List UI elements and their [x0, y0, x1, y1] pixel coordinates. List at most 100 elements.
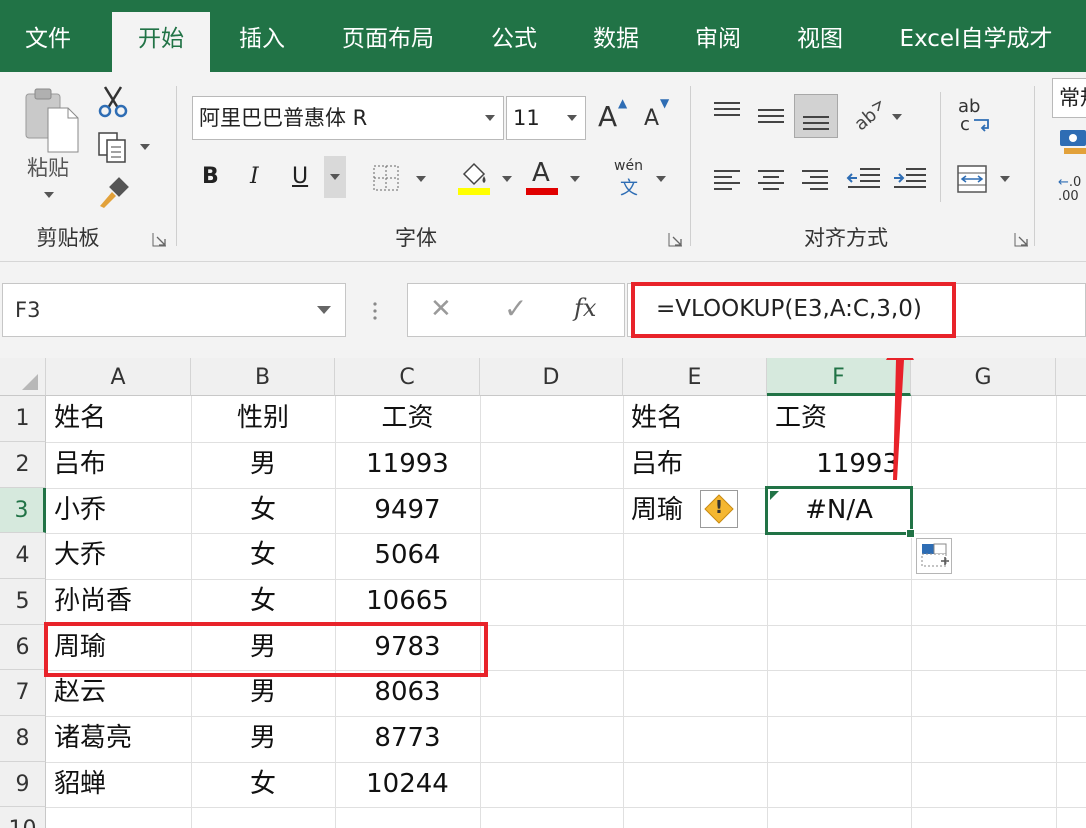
font-name-select[interactable]: 阿里巴巴普惠体 R	[192, 96, 504, 140]
cell-a1[interactable]: 姓名	[46, 396, 191, 441]
cell-b9[interactable]: 女	[191, 762, 335, 807]
column-header-c[interactable]: C	[335, 358, 480, 396]
cut-icon[interactable]	[96, 84, 130, 118]
row-header-9[interactable]: 9	[0, 762, 46, 807]
row-header-2[interactable]: 2	[0, 442, 46, 488]
wrap-text-icon[interactable]: ab c	[958, 96, 992, 136]
fill-color-icon[interactable]	[456, 158, 492, 196]
cell-c1[interactable]: 工资	[335, 396, 480, 441]
row-header-6[interactable]: 6	[0, 625, 46, 670]
cell-a9[interactable]: 貂蝉	[46, 762, 191, 807]
row-header-8[interactable]: 8	[0, 716, 46, 762]
number-format-select[interactable]: 常规	[1052, 78, 1086, 118]
fill-handle[interactable]	[906, 529, 915, 538]
borders-dropdown-icon[interactable]	[416, 176, 426, 182]
italic-button[interactable]: I	[250, 164, 259, 189]
tab-excel-self-study[interactable]: Excel自学成才	[888, 12, 1064, 72]
tab-formulas[interactable]: 公式	[474, 12, 554, 72]
font-color-icon[interactable]: A	[524, 158, 560, 196]
orientation-dropdown-icon[interactable]	[892, 114, 902, 120]
column-header-d[interactable]: D	[480, 358, 623, 396]
cell-e2[interactable]: 吕布	[623, 442, 767, 487]
font-size-select[interactable]: 11	[506, 96, 586, 140]
phonetic-dropdown-icon[interactable]	[656, 176, 666, 182]
cell-b4[interactable]: 女	[191, 533, 335, 578]
phonetic-icon[interactable]: wén 文	[612, 158, 652, 199]
align-left-icon[interactable]	[712, 168, 742, 192]
increase-indent-icon[interactable]	[892, 166, 928, 192]
enter-icon[interactable]: ✓	[504, 292, 527, 325]
cell-c9[interactable]: 10244	[335, 762, 480, 807]
cell-a4[interactable]: 大乔	[46, 533, 191, 578]
worksheet-grid[interactable]: A B C D E F G 1 2 3 4 5 6 7 8 9 10 姓名 性别…	[0, 358, 1086, 828]
copy-icon[interactable]	[96, 130, 130, 164]
format-painter-icon[interactable]	[96, 176, 130, 210]
merge-dropdown-icon[interactable]	[1000, 176, 1010, 182]
cancel-icon[interactable]: ✕	[430, 294, 452, 324]
accounting-format-icon[interactable]	[1058, 128, 1086, 158]
more-options-icon[interactable]	[371, 300, 379, 324]
row-header-7[interactable]: 7	[0, 670, 46, 716]
paste-dropdown-icon[interactable]	[44, 192, 54, 198]
grow-font-icon[interactable]: A ▲	[598, 96, 627, 133]
tab-data[interactable]: 数据	[576, 12, 656, 72]
cell-c5[interactable]: 10665	[335, 579, 480, 624]
row-header-10[interactable]: 10	[0, 807, 46, 828]
decrease-indent-icon[interactable]	[846, 166, 882, 192]
cell-b8[interactable]: 男	[191, 716, 335, 761]
clipboard-dialog-launcher-icon[interactable]	[152, 232, 167, 247]
column-header-g[interactable]: G	[911, 358, 1056, 396]
alignment-dialog-launcher-icon[interactable]	[1014, 232, 1029, 247]
cell-b5[interactable]: 女	[191, 579, 335, 624]
bold-button[interactable]: B	[202, 164, 219, 189]
row-header-1[interactable]: 1	[0, 396, 46, 442]
select-all-corner[interactable]	[0, 358, 46, 396]
underline-dropdown[interactable]	[324, 156, 346, 198]
cell-c2[interactable]: 11993	[335, 442, 480, 487]
cell-a3[interactable]: 小乔	[46, 488, 191, 533]
align-bottom-button[interactable]	[794, 94, 838, 138]
cell-c4[interactable]: 5064	[335, 533, 480, 578]
underline-button[interactable]: U	[292, 164, 308, 189]
row-header-4[interactable]: 4	[0, 533, 46, 579]
align-center-icon[interactable]	[756, 168, 786, 192]
active-cell-f3[interactable]: #N/A	[765, 486, 913, 535]
borders-icon[interactable]	[372, 164, 400, 192]
increase-decimal-icon[interactable]: ←.0 .00	[1058, 176, 1081, 204]
fill-color-dropdown-icon[interactable]	[502, 176, 512, 182]
column-header-e[interactable]: E	[623, 358, 767, 396]
cell-b1[interactable]: 性别	[191, 396, 335, 441]
cell-c3[interactable]: 9497	[335, 488, 480, 533]
row-header-3[interactable]: 3	[0, 488, 46, 533]
cell-b2[interactable]: 男	[191, 442, 335, 487]
align-right-icon[interactable]	[800, 168, 830, 192]
paste-label[interactable]: 粘贴	[22, 152, 74, 182]
error-check-button[interactable]: !	[700, 490, 738, 528]
tab-file[interactable]: 文件	[0, 12, 96, 72]
cell-b3[interactable]: 女	[191, 488, 335, 533]
cell-a2[interactable]: 吕布	[46, 442, 191, 487]
orientation-icon[interactable]: ab	[850, 98, 884, 135]
column-header-b[interactable]: B	[191, 358, 335, 396]
cell-a5[interactable]: 孙尚香	[46, 579, 191, 624]
cell-c8[interactable]: 8773	[335, 716, 480, 761]
cell-e3[interactable]: 周瑜	[623, 488, 703, 533]
column-header-h[interactable]	[1056, 358, 1086, 396]
font-dialog-launcher-icon[interactable]	[668, 232, 683, 247]
align-top-icon[interactable]	[712, 100, 742, 124]
copy-dropdown-icon[interactable]	[140, 144, 150, 150]
column-header-a[interactable]: A	[46, 358, 191, 396]
tab-insert[interactable]: 插入	[222, 12, 302, 72]
tab-view[interactable]: 视图	[780, 12, 860, 72]
quick-analysis-icon[interactable]	[916, 538, 952, 574]
shrink-font-icon[interactable]: A ▼	[644, 96, 669, 131]
insert-function-icon[interactable]: fx	[574, 294, 596, 322]
tab-review[interactable]: 审阅	[678, 12, 758, 72]
cell-a8[interactable]: 诸葛亮	[46, 716, 191, 761]
name-box[interactable]: F3	[2, 283, 346, 337]
cell-e1[interactable]: 姓名	[623, 396, 767, 441]
font-color-dropdown-icon[interactable]	[570, 176, 580, 182]
paste-icon[interactable]	[22, 86, 82, 156]
row-header-5[interactable]: 5	[0, 579, 46, 625]
tab-home[interactable]: 开始	[112, 12, 210, 72]
